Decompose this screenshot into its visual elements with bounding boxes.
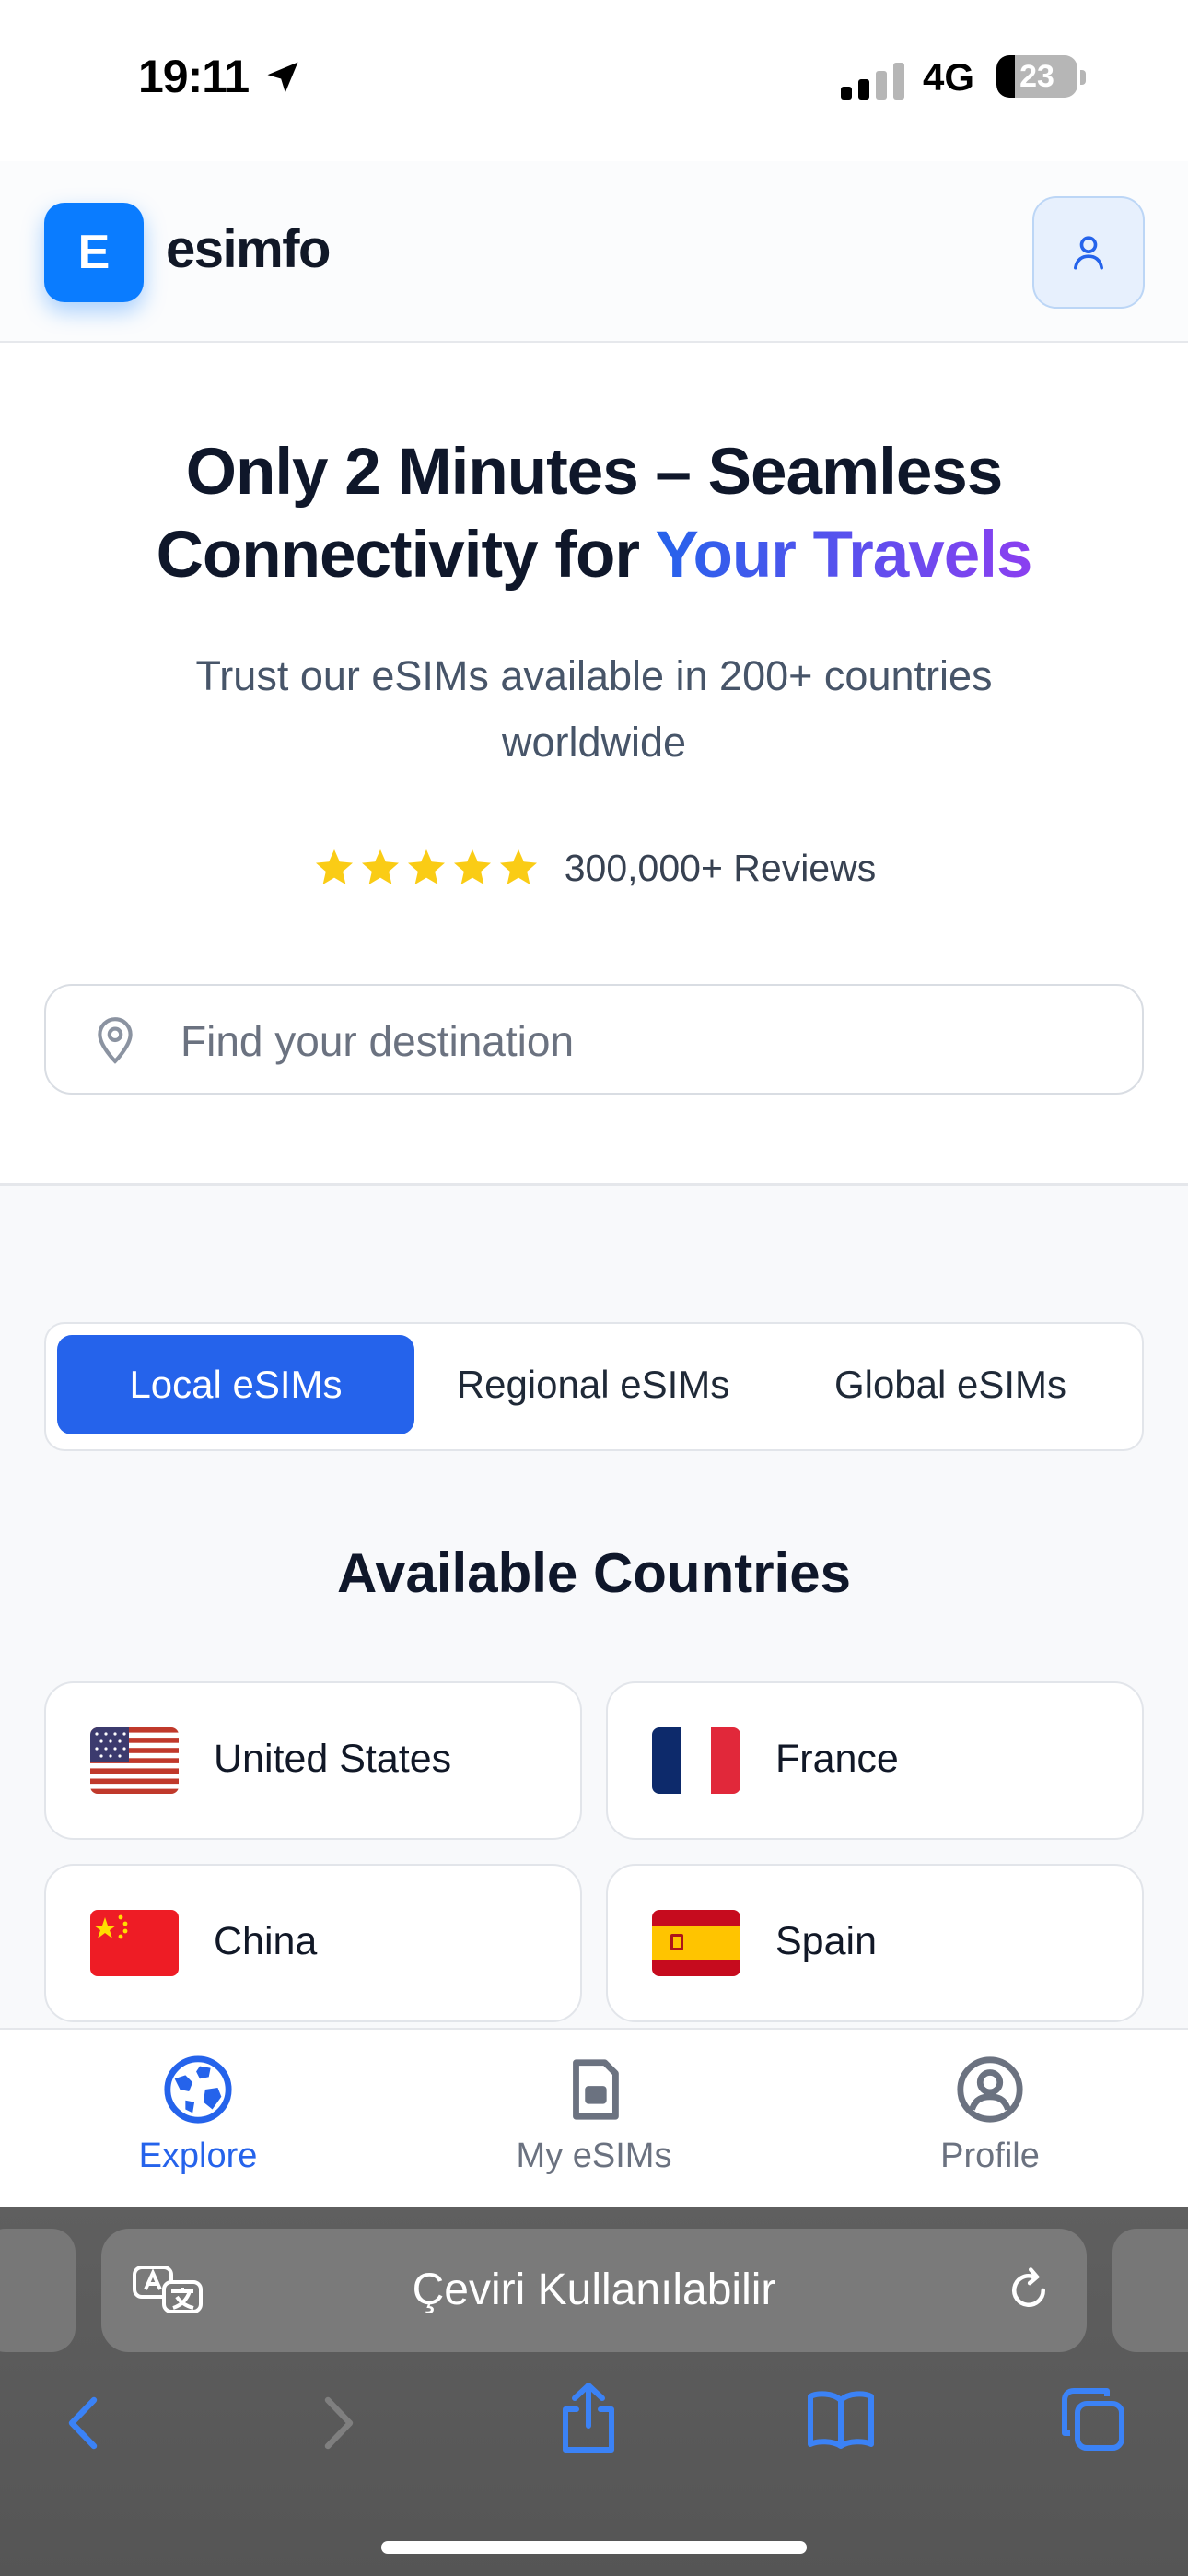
- star-icon: [499, 849, 537, 884]
- share-icon[interactable]: [556, 2380, 621, 2455]
- country-name: Spain: [775, 1919, 877, 1963]
- nav-label: My eSIMs: [516, 2137, 672, 2175]
- hero-title-line1: Only 2 Minutes – Seamless: [185, 436, 1004, 509]
- star-icon: [407, 849, 445, 884]
- hero-title-line2: Connectivity for: [156, 519, 656, 591]
- star-icon: [453, 849, 491, 884]
- nav-label: Profile: [940, 2137, 1040, 2175]
- home-indicator: [381, 2541, 807, 2554]
- reviews-count: 300,000+ Reviews: [564, 846, 877, 889]
- esim-type-tabs: Local eSIMs Regional eSIMs Global eSIMs: [44, 1322, 1144, 1451]
- china-flag-icon: [90, 1910, 179, 1976]
- section-title: Available Countries: [337, 1542, 851, 1604]
- location-arrow-icon: [267, 62, 298, 93]
- brand-name[interactable]: esimfo: [166, 218, 331, 280]
- network-type: 4G: [923, 55, 975, 99]
- logo-badge[interactable]: E: [44, 203, 144, 302]
- country-card-united-states[interactable]: United States: [44, 1681, 582, 1840]
- tab-regional-esims[interactable]: Regional eSIMs: [414, 1335, 772, 1434]
- country-card-spain[interactable]: Spain: [606, 1864, 1144, 2022]
- address-bar[interactable]: Çeviri Kullanılabilir: [101, 2229, 1087, 2352]
- browser-toolbar: Çeviri Kullanılabilir: [0, 2207, 1188, 2576]
- battery-icon: 23: [996, 55, 1077, 98]
- spain-flag-icon: [652, 1910, 740, 1976]
- user-circle-icon: [957, 2056, 1023, 2123]
- country-name: France: [775, 1737, 899, 1781]
- nav-my-esims[interactable]: My eSIMs: [456, 2054, 732, 2176]
- next-tab-preview[interactable]: [1112, 2229, 1188, 2352]
- previous-tab-preview[interactable]: [0, 2229, 76, 2352]
- forward-icon[interactable]: [315, 2391, 363, 2455]
- address-text: Çeviri Kullanılabilir: [412, 2266, 776, 2314]
- status-bar: 19:11 4G 23: [0, 0, 1188, 161]
- search-placeholder: Find your destination: [181, 1017, 575, 1065]
- bookmarks-icon[interactable]: [805, 2387, 877, 2452]
- country-card-france[interactable]: France: [606, 1681, 1144, 1840]
- sim-card-icon: [573, 2059, 619, 2120]
- rating-row: 300,000+ Reviews: [0, 840, 1188, 896]
- star-rating: [312, 846, 541, 890]
- cellular-signal-icon: [841, 63, 904, 100]
- battery-percent: 23: [1019, 59, 1054, 94]
- bottom-nav: Explore My eSIMs Profile: [0, 2028, 1188, 2208]
- hero-title: Only 2 Minutes – Seamless Connectivity f…: [55, 431, 1133, 597]
- star-icon: [361, 849, 399, 884]
- star-icon: [315, 849, 353, 884]
- tabs-icon[interactable]: [1059, 2385, 1127, 2453]
- map-pin-icon: [98, 1017, 133, 1064]
- reload-icon[interactable]: [1004, 2266, 1054, 2315]
- us-flag-icon: [90, 1727, 179, 1794]
- tab-local-esims[interactable]: Local eSIMs: [57, 1335, 414, 1434]
- country-card-china[interactable]: China: [44, 1864, 582, 2022]
- back-icon[interactable]: [59, 2391, 107, 2455]
- user-icon: [1074, 236, 1103, 270]
- hero-title-highlight: Your Travels: [655, 519, 1032, 591]
- globe-icon: [164, 2055, 232, 2124]
- status-time: 19:11: [138, 51, 250, 102]
- country-name: China: [214, 1919, 318, 1963]
- country-name: United States: [214, 1737, 452, 1781]
- account-button[interactable]: [1032, 196, 1145, 309]
- hero-subtitle: Trust our eSIMs available in 200+ countr…: [195, 652, 993, 766]
- app-header: E esimfo: [0, 161, 1188, 343]
- nav-label: Explore: [138, 2137, 258, 2175]
- destination-search[interactable]: Find your destination: [44, 984, 1144, 1095]
- nav-explore[interactable]: Explore: [60, 2054, 336, 2176]
- nav-profile[interactable]: Profile: [852, 2054, 1128, 2176]
- battery-tip: [1080, 70, 1086, 85]
- countries-section: Local eSIMs Regional eSIMs Global eSIMs …: [0, 1183, 1188, 2033]
- france-flag-icon: [652, 1727, 740, 1794]
- tab-global-esims[interactable]: Global eSIMs: [772, 1335, 1129, 1434]
